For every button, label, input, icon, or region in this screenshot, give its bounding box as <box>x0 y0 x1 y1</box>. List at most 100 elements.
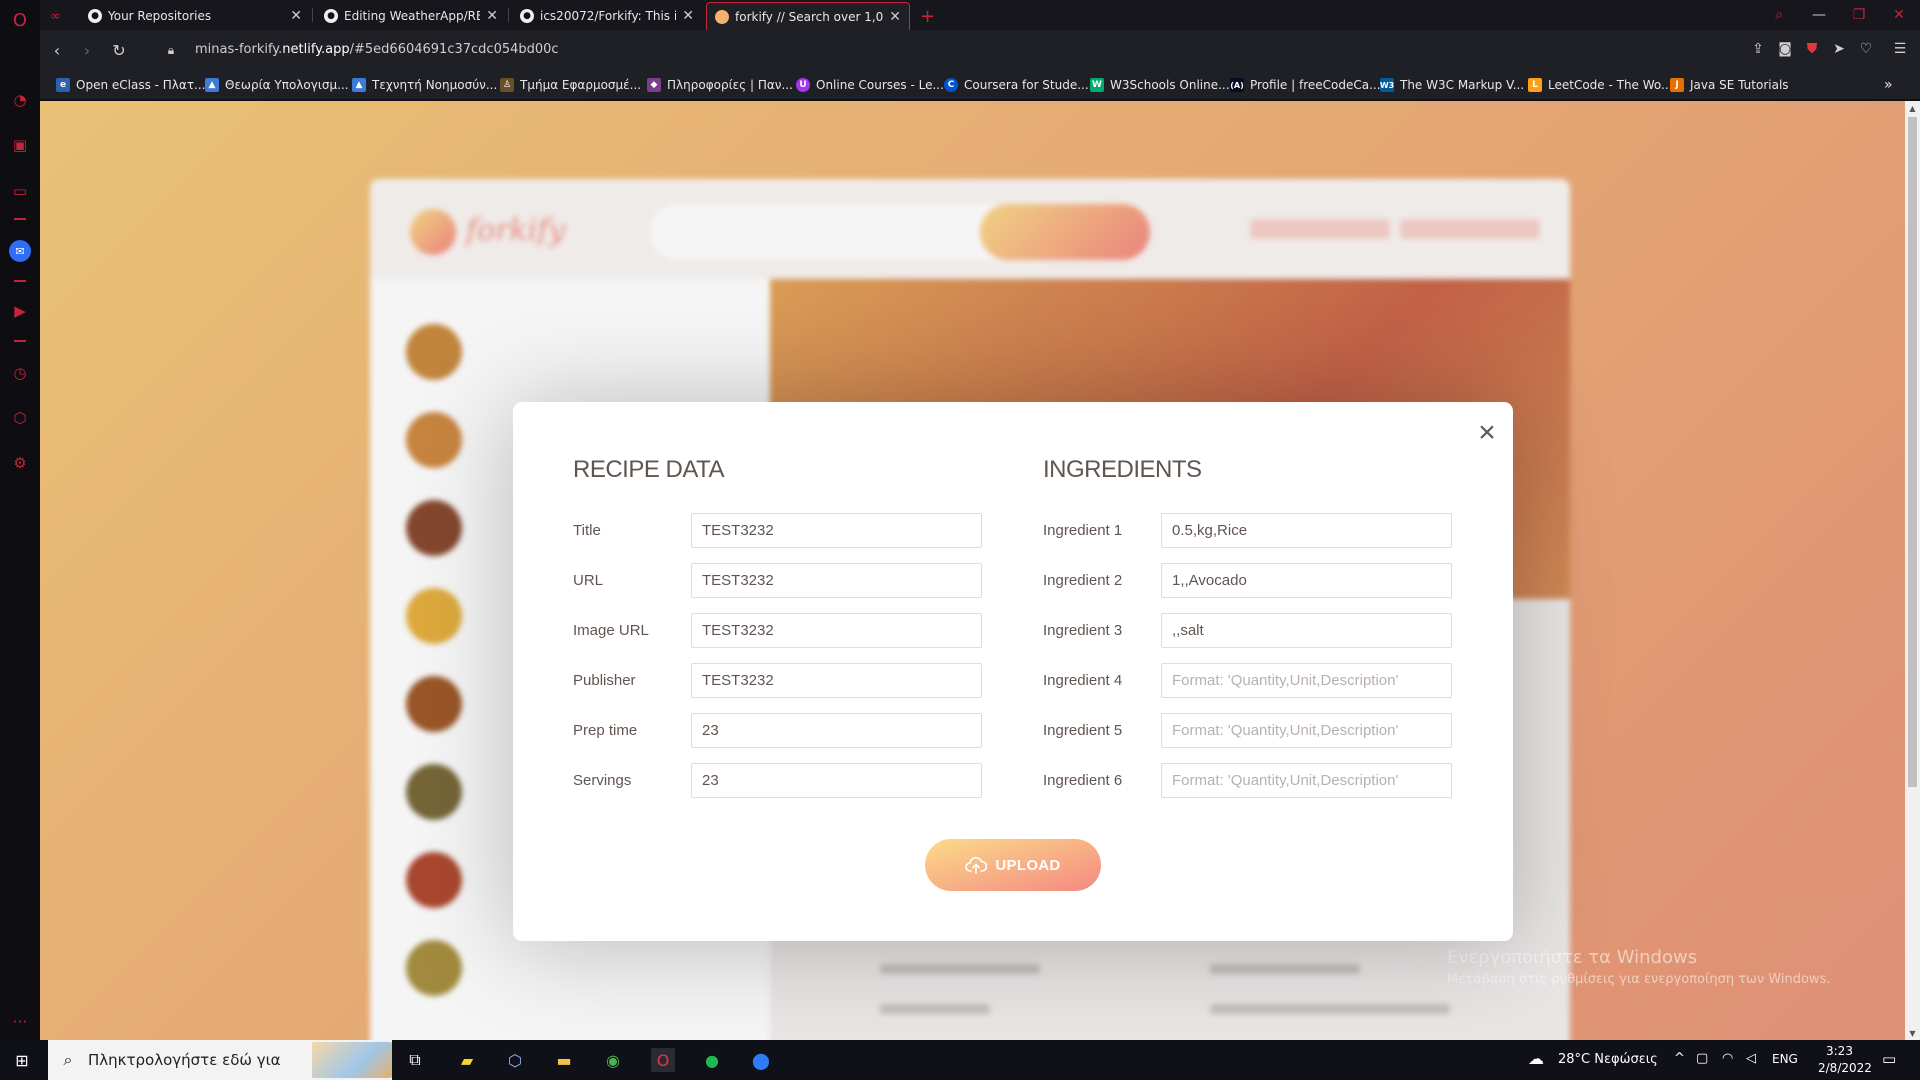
url-field[interactable]: minas-forkify.netlify.app/#5ed6604691c37… <box>195 42 559 57</box>
image-url-label: Image URL <box>573 622 649 639</box>
send-icon[interactable]: ➤ <box>1829 39 1849 59</box>
title-input[interactable] <box>691 513 982 548</box>
chrome-icon[interactable]: ◉ <box>601 1048 625 1072</box>
servings-input[interactable] <box>691 763 982 798</box>
opera-taskbar-icon[interactable]: O <box>651 1048 675 1072</box>
tray-chevron-icon[interactable]: ^ <box>1674 1051 1685 1066</box>
close-icon[interactable]: ✕ <box>889 9 901 25</box>
ingredient-2-input[interactable] <box>1161 563 1452 598</box>
bookmark-item[interactable]: C Coursera for Stude... <box>944 77 1089 93</box>
close-modal-button[interactable]: × <box>1475 418 1499 448</box>
tab-search-icon[interactable]: ⌕ <box>1764 4 1794 26</box>
tab-ics20072-forkify[interactable]: ● ics20072/Forkify: This is a f ✕ <box>512 2 702 30</box>
forward-icon[interactable]: › <box>76 39 98 61</box>
3d-viewer-icon[interactable]: ⬡ <box>503 1048 527 1072</box>
task-view-icon[interactable]: ⧉ <box>403 1048 427 1072</box>
extensions-icon[interactable]: ⬡ <box>9 407 31 429</box>
url-input[interactable] <box>691 563 982 598</box>
ingredient-5-label: Ingredient 5 <box>1043 722 1123 739</box>
meet-now-icon[interactable]: ▢ <box>1696 1051 1708 1066</box>
image-url-input[interactable] <box>691 613 982 648</box>
ingredient-5-input[interactable] <box>1161 713 1452 748</box>
bookmark-item[interactable]: U Online Courses - Le... <box>796 77 944 93</box>
github-icon: ● <box>520 9 534 23</box>
prep-time-input[interactable] <box>691 713 982 748</box>
bookmark-item[interactable]: ▲ Θεωρία Υπολογισμ... <box>205 77 349 93</box>
tab-opera[interactable]: ∞ <box>42 2 70 30</box>
new-tab-button[interactable]: + <box>912 2 938 30</box>
twitch-icon[interactable]: ▭ <box>9 180 31 202</box>
opera-logo-icon[interactable]: O <box>9 9 31 31</box>
forkify-icon <box>715 9 729 24</box>
ingredient-6-input[interactable] <box>1161 763 1452 798</box>
spotify-icon[interactable]: ● <box>700 1048 724 1072</box>
taskbar-search[interactable]: ⌕ Πληκτρολογήστε εδώ για <box>48 1040 392 1080</box>
bookmarks-more-button[interactable]: » <box>1884 77 1893 93</box>
sidebar-divider <box>14 218 26 220</box>
bookmark-item[interactable]: J Java SE Tutorials <box>1670 77 1789 93</box>
bookmark-item[interactable]: (A) Profile | freeCodeCa... <box>1230 77 1381 93</box>
prep-time-label: Prep time <box>573 722 638 739</box>
scroll-up-icon[interactable]: ▲ <box>1905 101 1920 115</box>
bookmark-item[interactable]: ♙ Τμήμα Εφαρμοσμέ... <box>500 77 641 93</box>
clock-time[interactable]: 3:23 <box>1826 1044 1853 1058</box>
notifications-icon[interactable]: ▭ <box>1882 1050 1896 1068</box>
page-scrollbar[interactable]: ▲ ▼ <box>1905 101 1920 1040</box>
workspaces-icon[interactable]: ▣ <box>9 134 31 156</box>
restore-icon[interactable]: ❐ <box>1844 4 1874 26</box>
close-icon[interactable]: ✕ <box>682 8 694 24</box>
ingredient-4-input[interactable] <box>1161 663 1452 698</box>
bookmark-item[interactable]: ◆ Πληροφορίες | Παν... <box>647 77 793 93</box>
player-icon[interactable]: ▶ <box>9 300 31 322</box>
easy-setup-icon[interactable]: ☰ <box>1890 39 1910 59</box>
bookmark-item[interactable]: W3 The W3C Markup V... <box>1380 77 1524 93</box>
windows-taskbar: ⊞ ⌕ Πληκτρολογήστε εδώ για ⧉ ▰ ⬡ ▬ ◉ O ●… <box>0 1040 1920 1080</box>
ingredients-heading: INGREDIENTS <box>1043 456 1202 483</box>
sticky-notes-icon[interactable]: ▰ <box>455 1048 479 1072</box>
tab-your-repositories[interactable]: ● Your Repositories ✕ <box>80 2 310 30</box>
bookmark-item[interactable]: L LeetCode - The Wo... <box>1528 77 1673 93</box>
more-icon[interactable]: ⋯ <box>9 1010 31 1032</box>
close-window-icon[interactable]: ✕ <box>1884 4 1914 26</box>
file-explorer-icon[interactable]: ▬ <box>552 1048 576 1072</box>
sidebar-divider <box>14 280 26 282</box>
maps-icon[interactable]: ⬤ <box>749 1048 773 1072</box>
settings-icon[interactable]: ⚙ <box>9 452 31 474</box>
tab-forkify-active[interactable]: forkify // Search over 1,000 ✕ <box>706 2 910 30</box>
bookmark-item[interactable]: W W3Schools Online... <box>1090 77 1230 93</box>
upload-button[interactable]: UPLOAD <box>925 839 1101 891</box>
publisher-input[interactable] <box>691 663 982 698</box>
volume-icon[interactable]: ◁ <box>1746 1051 1756 1066</box>
history-icon[interactable]: ◷ <box>9 362 31 384</box>
tab-editing-weatherapp[interactable]: ● Editing WeatherApp/READ ✕ <box>316 2 506 30</box>
ingredient-1-input[interactable] <box>1161 513 1452 548</box>
tab-divider <box>508 8 509 22</box>
classroom-icon: ▲ <box>205 78 219 92</box>
language-indicator[interactable]: ENG <box>1772 1052 1798 1066</box>
ingredient-1-label: Ingredient 1 <box>1043 522 1123 539</box>
windows-activation-watermark: Ενεργοποιήστε τα Windows Μετάβαση στις ρ… <box>1447 947 1831 987</box>
share-icon[interactable]: ⇪ <box>1748 39 1768 59</box>
adblock-shield-icon[interactable]: ⛊ <box>1802 39 1822 59</box>
bookmark-item[interactable]: e Open eClass - Πλατ... <box>56 77 205 93</box>
cloud-weather-icon[interactable]: ☁ <box>1528 1049 1544 1068</box>
snapshot-icon[interactable]: ◙ <box>1775 39 1795 59</box>
weather-text[interactable]: 28°C Νεφώσεις <box>1558 1052 1658 1067</box>
scrollbar-thumb[interactable] <box>1908 117 1917 787</box>
close-icon[interactable]: ✕ <box>290 8 302 24</box>
reload-icon[interactable]: ↻ <box>108 39 130 61</box>
close-icon[interactable]: ✕ <box>486 8 498 24</box>
minimize-icon[interactable]: — <box>1804 4 1834 26</box>
scroll-down-icon[interactable]: ▼ <box>1905 1026 1920 1040</box>
ingredient-3-input[interactable] <box>1161 613 1452 648</box>
wifi-icon[interactable]: ◠ <box>1722 1051 1733 1066</box>
bookmark-item[interactable]: ▲ Τεχνητή Νοημοσύν... <box>352 77 497 93</box>
leetcode-icon: L <box>1528 78 1542 92</box>
github-icon: ● <box>88 9 102 23</box>
bookmark-heart-icon[interactable]: ♡ <box>1856 39 1876 59</box>
windows-start-icon[interactable]: ⊞ <box>10 1048 34 1072</box>
messenger-icon[interactable]: ✉ <box>9 240 31 262</box>
speed-dial-icon[interactable]: ◔ <box>9 89 31 111</box>
clock-date[interactable]: 2/8/2022 <box>1818 1061 1872 1075</box>
back-icon[interactable]: ‹ <box>46 39 68 61</box>
